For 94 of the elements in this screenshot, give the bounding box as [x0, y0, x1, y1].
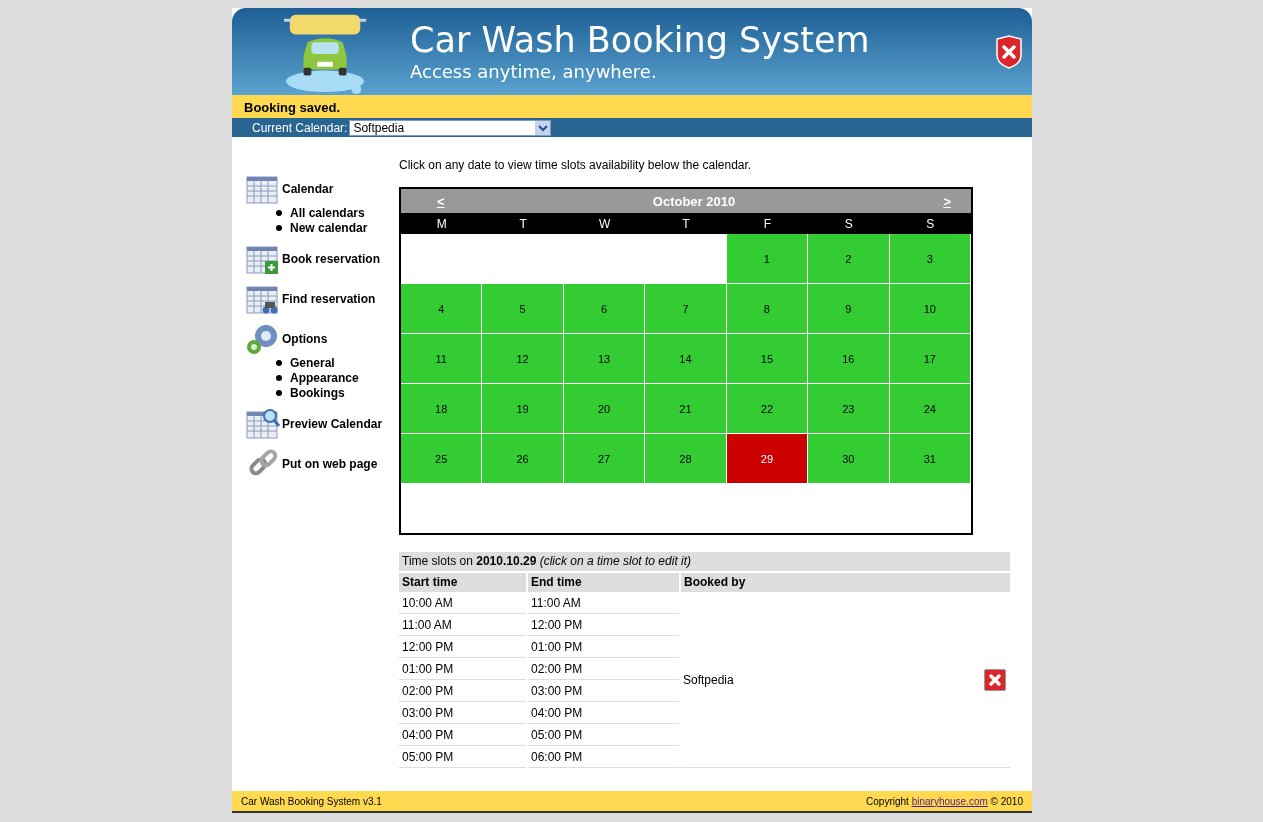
bullet-icon [276, 209, 282, 216]
bullet-icon [276, 359, 282, 366]
month-title: October 2010 [652, 193, 736, 209]
day-cell[interactable]: 21 [645, 384, 727, 434]
sidebar-sublink[interactable]: New calendar [290, 220, 368, 235]
copyright-text: Copyright [866, 795, 909, 807]
day-cell[interactable]: 9 [808, 284, 890, 334]
table-cell[interactable]: 02:00 PM [399, 680, 526, 702]
day-cell[interactable]: 2 [808, 234, 890, 284]
table-cell[interactable]: 06:00 PM [528, 746, 679, 768]
day-cell[interactable]: 28 [645, 434, 727, 484]
weekday-label: S [843, 216, 854, 231]
exit-shield-icon[interactable] [994, 35, 1024, 69]
table-cell[interactable]: 03:00 PM [399, 702, 526, 724]
booked-by-name: Softpedia [683, 672, 734, 687]
time-slots-caption: Time slots on 2010.10.29 (click on a time slot to edit it) [399, 552, 1010, 571]
day-cell[interactable]: 27 [563, 434, 646, 484]
calendar-icon [246, 173, 280, 205]
sidebar-link[interactable]: Calendar [282, 182, 334, 196]
gears-icon [246, 323, 280, 355]
day-cell[interactable]: 4 [401, 284, 483, 334]
day-cell[interactable]: 1 [726, 234, 809, 284]
day-cell[interactable]: 20 [563, 384, 646, 434]
website-link[interactable]: binaryhouse.com [911, 795, 988, 807]
table-cell[interactable]: 01:00 PM [399, 658, 526, 680]
day-cell[interactable]: 30 [808, 434, 890, 484]
table-cell[interactable]: 03:00 PM [528, 680, 679, 702]
day-cell[interactable]: 26 [482, 434, 564, 484]
instruction-text: Click on any date to view time slots availability below the calendar. [399, 158, 753, 172]
day-cell[interactable]: 6 [563, 284, 646, 334]
day-cell[interactable]: 3 [889, 234, 971, 284]
app-title: Car Wash Booking System [410, 20, 870, 60]
x-icon [987, 671, 1003, 688]
copyright-year: © 2010 [990, 795, 1023, 807]
day-cell[interactable]: 24 [889, 384, 971, 434]
day-cell[interactable]: 29 [726, 434, 809, 484]
bullet-icon [276, 224, 282, 231]
day-cell[interactable]: 18 [401, 384, 483, 434]
day-cell[interactable]: 23 [808, 384, 890, 434]
version-text: Car Wash Booking System v3.1 [241, 795, 382, 807]
table-cell[interactable]: 04:00 PM [528, 702, 679, 724]
day-cell[interactable]: 19 [482, 384, 564, 434]
table-cell[interactable]: 04:00 PM [399, 724, 526, 746]
app-subtitle: Access anytime, anywhere. [410, 61, 658, 83]
status-message: Booking saved. [244, 100, 341, 115]
weekday-label: S [925, 216, 936, 231]
weekday-label: W [597, 216, 612, 231]
sidebar-sublink[interactable]: Bookings [290, 385, 345, 400]
table-cell[interactable]: 05:00 PM [399, 746, 526, 768]
table-cell[interactable]: 12:00 PM [399, 636, 526, 658]
day-cell[interactable]: 17 [889, 334, 971, 384]
day-cell[interactable]: 11 [401, 334, 483, 384]
sidebar-link[interactable]: Find reservation [282, 292, 376, 306]
weekday-label: T [518, 216, 528, 231]
table-cell[interactable]: 05:00 PM [528, 724, 679, 746]
column-header: Booked by [681, 573, 1010, 592]
bullet-icon [276, 374, 282, 381]
calendar-label: Current Calendar: [252, 120, 348, 135]
day-cell[interactable]: 10 [889, 284, 971, 334]
table-cell[interactable]: 12:00 PM [528, 614, 679, 636]
column-header: End time [528, 573, 679, 592]
table-cell[interactable]: 11:00 AM [399, 614, 526, 636]
day-cell[interactable]: 15 [726, 334, 809, 384]
day-cell[interactable]: 8 [726, 284, 809, 334]
day-cell[interactable]: 7 [645, 284, 727, 334]
sidebar-sublink[interactable]: Appearance [290, 370, 359, 385]
column-header: Start time [399, 573, 526, 592]
table-cell[interactable]: 02:00 PM [528, 658, 679, 680]
day-cell[interactable]: 14 [645, 334, 727, 384]
sidebar-link[interactable]: Options [282, 332, 328, 346]
sidebar-sublink[interactable]: General [290, 355, 335, 370]
sidebar-sublink[interactable]: All calendars [290, 205, 365, 220]
weekday-label: M [435, 216, 448, 231]
delete-button[interactable] [984, 668, 1006, 691]
table-cell[interactable]: 11:00 AM [528, 592, 679, 614]
sidebar-link[interactable]: Book reservation [282, 252, 381, 266]
table-cell[interactable]: 10:00 AM [399, 592, 526, 614]
day-cell[interactable]: 25 [401, 434, 483, 484]
calendar-magnifier-icon [246, 408, 280, 440]
day-cell[interactable]: 12 [482, 334, 564, 384]
bullet-icon [276, 389, 282, 396]
calendar-binoculars-icon [246, 283, 280, 315]
calendar-plus-icon [246, 243, 280, 275]
sidebar-link[interactable]: Preview Calendar [282, 417, 383, 431]
day-cell[interactable]: 5 [482, 284, 564, 334]
calendar-dropdown[interactable]: Softpedia [349, 119, 552, 136]
day-cell[interactable]: 31 [889, 434, 971, 484]
weekday-label: T [681, 216, 691, 231]
day-cell[interactable]: 13 [563, 334, 646, 384]
weekday-label: F [762, 216, 773, 231]
day-cell[interactable]: 16 [808, 334, 890, 384]
sidebar-link[interactable]: Put on web page [282, 457, 378, 471]
day-cell[interactable]: 22 [726, 384, 809, 434]
table-cell[interactable]: 01:00 PM [528, 636, 679, 658]
